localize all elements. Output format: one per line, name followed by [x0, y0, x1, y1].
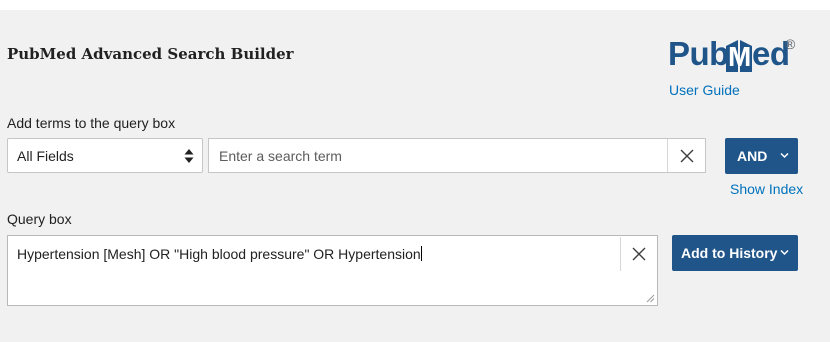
text-caret [420, 246, 422, 261]
logo-text-ed: ed [752, 35, 790, 72]
add-terms-label: Add terms to the query box [7, 115, 176, 131]
query-text: Hypertension [Mesh] OR "High blood press… [17, 246, 421, 262]
term-clear-button[interactable] [667, 139, 705, 172]
close-icon [680, 149, 693, 162]
pubmed-logo[interactable]: Pub M ed ® [668, 34, 808, 82]
and-operator-button[interactable]: AND [725, 138, 798, 174]
chevron-down-icon [780, 249, 789, 256]
add-to-history-label: Add to History [681, 245, 778, 261]
logo-text-pub: Pub [668, 35, 729, 72]
logo-text-m: M [728, 41, 751, 72]
query-box-textarea[interactable]: Hypertension [Mesh] OR "High blood press… [7, 235, 658, 306]
field-select[interactable]: All Fields [7, 138, 203, 173]
close-icon [632, 247, 646, 261]
search-term-input[interactable] [208, 138, 706, 173]
show-index-link[interactable]: Show Index [730, 181, 803, 197]
chevron-down-icon [780, 152, 789, 159]
user-guide-link[interactable]: User Guide [669, 82, 740, 98]
query-box-label: Query box [7, 211, 72, 227]
add-to-history-button[interactable]: Add to History [672, 235, 798, 271]
resize-grip-icon[interactable] [646, 294, 655, 303]
page-title: PubMed Advanced Search Builder [7, 45, 294, 63]
query-clear-button[interactable] [620, 237, 657, 271]
field-select-value: All Fields [17, 147, 74, 164]
and-operator-label: AND [737, 148, 768, 164]
sort-arrows-icon [184, 149, 194, 163]
registered-mark: ® [785, 36, 796, 52]
